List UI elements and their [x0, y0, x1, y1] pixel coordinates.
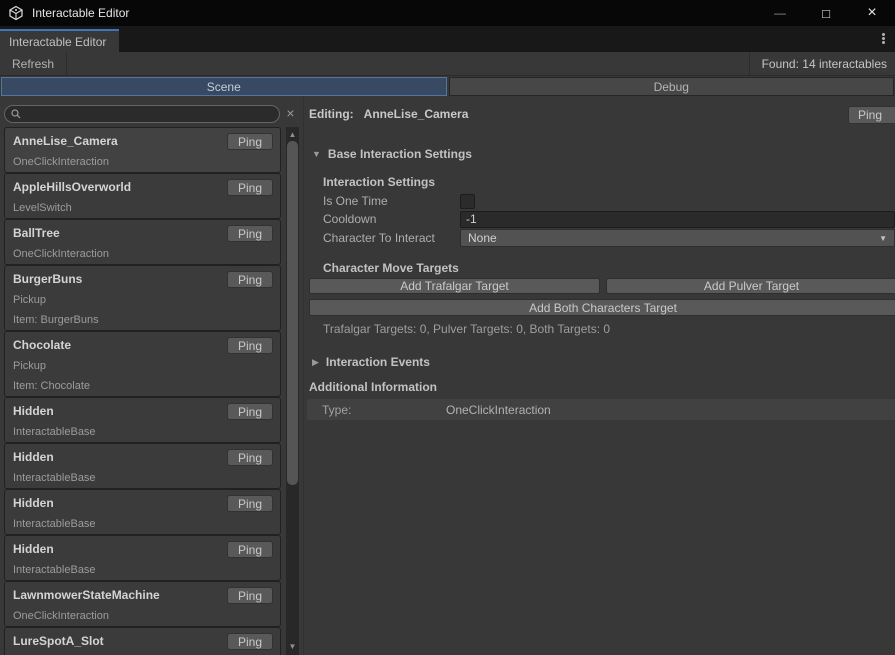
item-subtitle: InteractableBase [13, 472, 272, 485]
ping-button[interactable]: Ping [227, 541, 273, 558]
list-item[interactable]: ChocolatePingPickupItem: Chocolate [4, 331, 281, 397]
list-item[interactable]: HiddenPingInteractableBase [4, 535, 281, 581]
toolbar: Refresh Found: 14 interactables [0, 52, 895, 76]
ping-button[interactable]: Ping [848, 106, 895, 124]
targets-status-text: Trafalgar Targets: 0, Pulver Targets: 0,… [323, 322, 610, 336]
item-subtitle: Item: BurgerBuns [13, 314, 272, 327]
type-info-row: Type: OneClickInteraction [307, 399, 895, 420]
add-pulver-target-button[interactable]: Add Pulver Target [606, 278, 895, 294]
ping-button[interactable]: Ping [227, 587, 273, 604]
is-one-time-checkbox[interactable] [460, 194, 475, 209]
scroll-up-icon[interactable]: ▲ [286, 128, 299, 141]
list-item[interactable]: HiddenPingInteractableBase [4, 397, 281, 443]
unity-cube-icon [8, 5, 24, 21]
ping-button[interactable]: Ping [227, 495, 273, 512]
add-trafalgar-target-button[interactable]: Add Trafalgar Target [309, 278, 600, 294]
item-subtitle: Pickup [13, 360, 272, 373]
cooldown-input[interactable] [460, 211, 895, 228]
ping-button[interactable]: Ping [227, 133, 273, 150]
list-item[interactable]: HiddenPingInteractableBase [4, 443, 281, 489]
list-scrollbar[interactable]: ▲ ▼ [286, 127, 299, 655]
scroll-down-icon[interactable]: ▼ [286, 641, 299, 653]
ping-button[interactable]: Ping [227, 179, 273, 196]
ping-button[interactable]: Ping [227, 633, 273, 650]
search-field-wrap [4, 105, 280, 123]
tab-interactable-editor[interactable]: Interactable Editor [0, 29, 119, 52]
tab-scene[interactable]: Scene [1, 77, 447, 96]
item-subtitle: InteractableBase [13, 518, 272, 531]
search-icon [11, 109, 21, 119]
base-interaction-settings-foldout[interactable]: ▼ Base Interaction Settings [312, 147, 472, 161]
type-value: OneClickInteraction [446, 403, 551, 417]
dropdown-value: None [468, 231, 497, 245]
list-item[interactable]: LureSpotA_SlotPing [4, 627, 281, 655]
interaction-events-foldout[interactable]: ▶ Interaction Events [312, 355, 430, 369]
ping-button[interactable]: Ping [227, 449, 273, 466]
chevron-down-icon: ▼ [879, 234, 887, 243]
item-subtitle: OneClickInteraction [13, 610, 272, 623]
is-one-time-label: Is One Time [323, 194, 460, 208]
minimize-icon[interactable]: — [757, 0, 803, 26]
list-item[interactable]: LawnmowerStateMachinePingOneClickInterac… [4, 581, 281, 627]
list-item[interactable]: BurgerBunsPingPickupItem: BurgerBuns [4, 265, 281, 331]
ping-button[interactable]: Ping [227, 337, 273, 354]
cooldown-label: Cooldown [323, 212, 460, 226]
inspector-panel: Editing: AnneLise_Camera Ping ▼ Base Int… [303, 97, 895, 655]
ping-button[interactable]: Ping [227, 403, 273, 420]
list-item[interactable]: AnneLise_CameraPingOneClickInteraction [4, 127, 281, 173]
editor-tab-strip: Interactable Editor [0, 26, 895, 52]
foldout-label: Interaction Events [326, 355, 430, 369]
window-controls: — □ × [757, 0, 895, 26]
item-subtitle: InteractableBase [13, 426, 272, 439]
ping-button[interactable]: Ping [227, 225, 273, 242]
item-subtitle: InteractableBase [13, 564, 272, 577]
character-to-interact-label: Character To Interact [323, 231, 460, 245]
clear-search-icon[interactable]: × [283, 105, 298, 123]
window-titlebar: Interactable Editor — □ × [0, 0, 895, 26]
search-input[interactable] [21, 107, 279, 121]
refresh-button[interactable]: Refresh [0, 52, 67, 75]
add-both-characters-target-button[interactable]: Add Both Characters Target [309, 299, 895, 316]
list-item[interactable]: AppleHillsOverworldPingLevelSwitch [4, 173, 281, 219]
tab-debug[interactable]: Debug [449, 77, 895, 96]
character-to-interact-row: Character To Interact None ▼ [323, 229, 895, 247]
item-subtitle: OneClickInteraction [13, 156, 272, 169]
foldout-closed-icon: ▶ [312, 357, 319, 368]
view-tabs: Scene Debug [0, 77, 895, 96]
item-subtitle: Item: Chocolate [13, 380, 272, 393]
move-target-buttons: Add Trafalgar Target Add Pulver Target [309, 278, 895, 294]
list-item[interactable]: BallTreePingOneClickInteraction [4, 219, 281, 265]
cooldown-row: Cooldown [323, 210, 895, 228]
character-to-interact-dropdown[interactable]: None ▼ [460, 229, 895, 247]
interaction-settings-header: Interaction Settings [323, 175, 435, 189]
scrollbar-thumb[interactable] [287, 141, 298, 485]
editing-target-name: AnneLise_Camera [364, 107, 469, 121]
found-count-label: Found: 14 interactables [749, 52, 895, 75]
character-move-targets-header: Character Move Targets [323, 261, 459, 275]
editing-row: Editing: AnneLise_Camera [309, 107, 468, 121]
is-one-time-row: Is One Time [323, 192, 895, 210]
interactable-list: AnneLise_CameraPingOneClickInteractionAp… [0, 127, 285, 655]
close-icon[interactable]: × [849, 0, 895, 26]
window-title: Interactable Editor [32, 6, 129, 20]
item-subtitle: OneClickInteraction [13, 248, 272, 261]
type-label: Type: [322, 403, 446, 417]
kebab-menu-icon[interactable] [877, 32, 889, 47]
additional-information-header: Additional Information [309, 380, 437, 394]
list-item[interactable]: HiddenPingInteractableBase [4, 489, 281, 535]
foldout-label: Base Interaction Settings [328, 147, 472, 161]
editing-label: Editing: [309, 107, 354, 121]
item-subtitle: LevelSwitch [13, 202, 272, 215]
item-subtitle: Pickup [13, 294, 272, 307]
maximize-icon[interactable]: □ [803, 0, 849, 26]
ping-button[interactable]: Ping [227, 271, 273, 288]
foldout-open-icon: ▼ [312, 149, 321, 159]
